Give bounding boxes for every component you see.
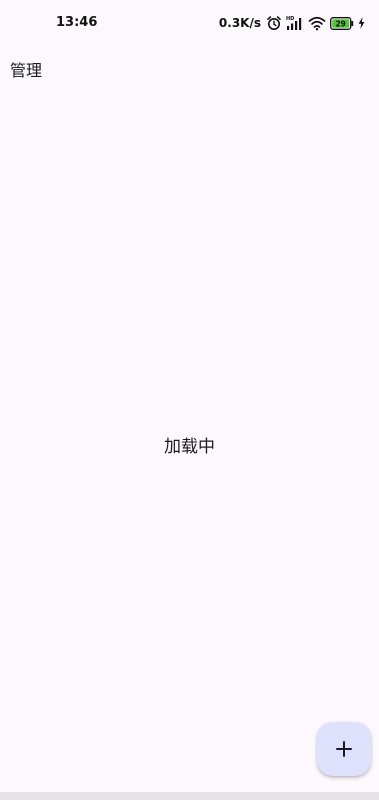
status-icons: 0.3K/s HD 29 <box>219 13 365 33</box>
hd-signal-icon: HD <box>286 15 304 31</box>
page-title: 管理 <box>10 61 43 80</box>
battery-icon: 29 <box>330 16 354 30</box>
svg-text:HD: HD <box>286 16 294 22</box>
battery-level: 29 <box>335 19 345 28</box>
navigation-bar <box>0 792 379 800</box>
charging-icon <box>358 17 365 29</box>
wifi-icon <box>308 15 326 31</box>
status-time: 13:46 <box>56 15 98 30</box>
loading-text: 加载中 <box>164 437 215 457</box>
add-button[interactable] <box>317 722 371 776</box>
status-bar: 13:46 0.3K/s HD 29 <box>0 0 379 46</box>
plus-icon <box>335 740 353 758</box>
network-speed: 0.3K/s <box>218 16 261 30</box>
alarm-icon <box>266 15 282 31</box>
